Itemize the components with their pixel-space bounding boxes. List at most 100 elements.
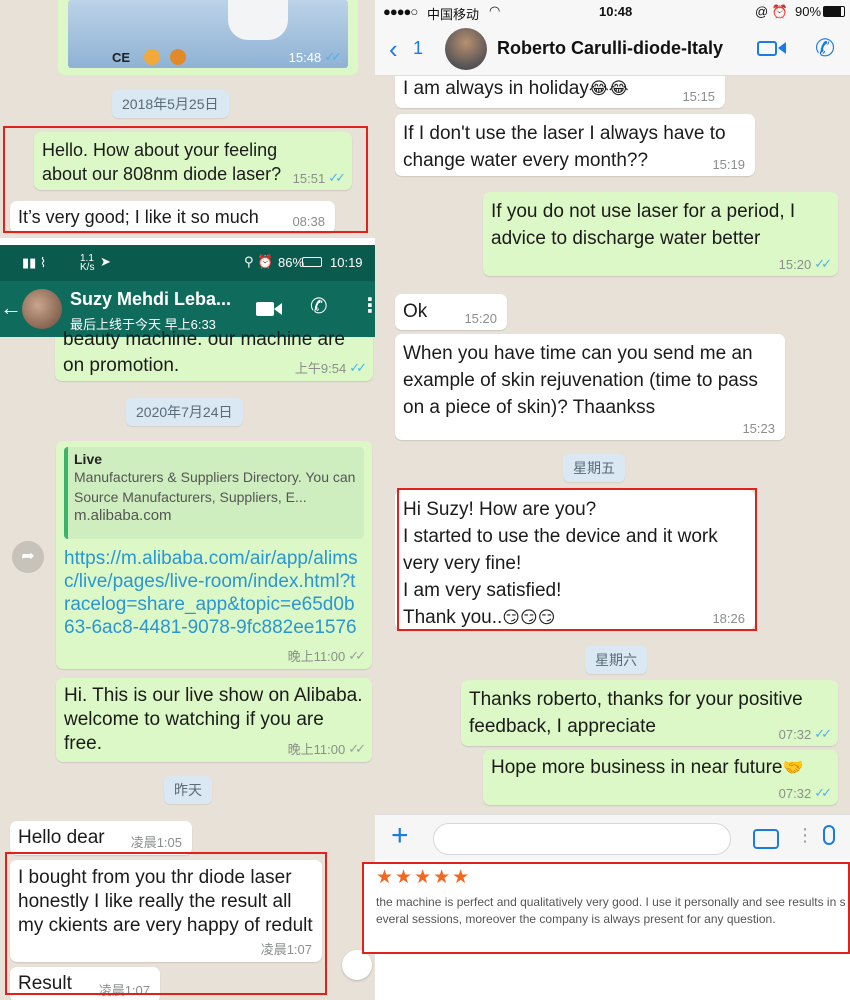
phone-icon[interactable]: ✆ xyxy=(310,294,328,319)
battery-level: 86% xyxy=(278,255,305,270)
message-bubble-sent[interactable]: If you do not use laser for a period, I … xyxy=(483,192,838,276)
message-bubble-received[interactable]: When you have time can you send me an ex… xyxy=(395,334,785,440)
message-text: I am always in holiday😂😂 xyxy=(403,76,717,102)
read-ticks-icon: ✓✓ xyxy=(814,256,832,271)
link-message-bubble[interactable]: Live Manufacturers & Suppliers Directory… xyxy=(56,441,372,669)
battery-level: 90% xyxy=(795,4,822,19)
message-time: 晚上11:00 xyxy=(287,649,346,664)
avatar[interactable] xyxy=(22,289,62,329)
top-left-chat: CE 15:48 ✓✓ 2018年5月25日 Hello. How about y… xyxy=(0,0,375,238)
message-time: 15:23 xyxy=(742,421,775,436)
link-preview-card[interactable]: Live Manufacturers & Suppliers Directory… xyxy=(64,447,364,539)
message-bubble-sent[interactable]: beauty machine. our machine are on promo… xyxy=(55,329,373,381)
chat-header: ‹ 1 Roberto Carulli-diode-Italy ✆ xyxy=(375,24,850,76)
review-text: the machine is perfect and qualitatively… xyxy=(376,895,846,926)
add-icon[interactable]: + xyxy=(391,821,409,851)
message-bubble-sent[interactable]: Hi. This is our live show on Alibaba. we… xyxy=(56,678,372,762)
carrier: 中国移动 xyxy=(427,7,480,22)
highlight-box xyxy=(5,852,327,995)
camera-icon[interactable] xyxy=(753,829,779,849)
read-ticks-icon: ✓✓ xyxy=(349,359,367,375)
message-text: When you have time can you send me an ex… xyxy=(403,343,758,418)
badge-icon xyxy=(144,49,160,65)
read-ticks-icon: ✓✓ xyxy=(814,785,832,800)
video-call-icon-lens xyxy=(778,42,786,54)
contact-name[interactable]: Roberto Carulli-diode-Italy xyxy=(497,38,723,59)
message-input[interactable] xyxy=(433,823,731,855)
highlight-box xyxy=(397,488,757,631)
handshake-emoji-icon: 🤝 xyxy=(782,758,804,777)
video-call-icon[interactable] xyxy=(757,41,777,56)
back-chevron-icon[interactable]: ‹ xyxy=(389,34,398,65)
input-bar: + ⋮ xyxy=(375,814,850,860)
message-time: 15:19 xyxy=(712,157,745,172)
review-card: ★★★★★ the machine is perfect and qualita… xyxy=(362,862,850,954)
date-chip: 昨天 xyxy=(164,776,212,804)
battery-icon xyxy=(823,6,845,17)
badge-icon-2 xyxy=(170,49,186,65)
message-bubble-received[interactable]: If I don't use the laser I always have t… xyxy=(395,114,755,176)
phone-icon[interactable]: ✆ xyxy=(815,34,835,63)
forward-icon[interactable]: ➦ xyxy=(12,541,44,573)
machine-shape xyxy=(228,0,288,40)
clock: 10:19 xyxy=(330,255,363,270)
back-arrow-icon[interactable]: ← xyxy=(0,295,22,321)
date-chip: 星期五 xyxy=(563,454,625,482)
message-bubble-received[interactable]: Hello dear 凌晨1:05 xyxy=(10,821,192,855)
date-chip: 2020年7月24日 xyxy=(126,398,243,426)
android-chat: ▮▮ ⌇ 1.1 K/s ➤ ⚲ ⏰ 86% 10:19 ← Suzy Mehd… xyxy=(0,245,375,1000)
image-time: 15:48 xyxy=(288,49,322,65)
hope-text: Hope more business in near future xyxy=(491,757,783,778)
message-bubble-sent[interactable]: Thanks roberto, thanks for your positive… xyxy=(461,680,838,746)
link-domain: m.alibaba.com xyxy=(74,507,172,524)
ios-chat: ●●●●○ 中国移动 ◠ 10:48 @ ⏰ 90% ‹ 1 Roberto C… xyxy=(375,0,850,860)
video-call-icon-lens xyxy=(274,303,282,315)
message-time: 15:15 xyxy=(682,89,715,104)
holiday-text: I am always in holiday xyxy=(403,78,589,99)
message-time: 上午9:54 xyxy=(294,361,347,376)
menu-icon[interactable]: ⋮ xyxy=(360,293,375,318)
signal-icon: ▮▮ ⌇ xyxy=(22,255,47,270)
highlight-box xyxy=(3,126,368,233)
message-time: 15:20 xyxy=(464,311,497,326)
machine-photo: CE 15:48 ✓✓ xyxy=(68,0,348,68)
send-icon: ➤ xyxy=(100,254,111,269)
status-bar: ●●●●○ 中国移动 ◠ 10:48 @ ⏰ 90% xyxy=(375,0,850,24)
key-alarm-icons: ⚲ ⏰ xyxy=(244,254,274,269)
message-text: If I don't use the laser I always have t… xyxy=(403,123,726,171)
ce-mark-icon: CE xyxy=(112,50,131,65)
read-ticks-icon: ✓✓ xyxy=(324,49,342,64)
unread-count[interactable]: 1 xyxy=(413,38,423,59)
contact-name[interactable]: Suzy Mehdi Leba... xyxy=(70,289,231,310)
message-text: If you do not use laser for a period, I … xyxy=(491,201,796,249)
lock-alarm-icons: @ ⏰ xyxy=(755,4,788,19)
more-icon[interactable]: ⋮ xyxy=(796,825,814,846)
date-chip: 星期六 xyxy=(585,646,647,674)
message-time: 晚上11:00 xyxy=(287,742,346,757)
message-time: 凌晨1:05 xyxy=(130,835,182,850)
message-bubble-received[interactable]: I am always in holiday😂😂 15:15 xyxy=(395,76,725,108)
message-time: 15:20 xyxy=(778,256,812,272)
signal-icon: ●●●●○ xyxy=(383,4,418,19)
wifi-icon: ◠ xyxy=(489,3,501,18)
message-time: 07:32 xyxy=(778,726,812,742)
machine-image-message[interactable]: CE 15:48 ✓✓ xyxy=(58,0,358,75)
status-bar: ▮▮ ⌇ 1.1 K/s ➤ ⚲ ⏰ 86% 10:19 xyxy=(0,245,375,281)
link-description: Manufacturers & Suppliers Directory. You… xyxy=(74,469,356,505)
rating-stars: ★★★★★ xyxy=(376,867,472,888)
link-url[interactable]: https://m.alibaba.com/air/app/alimsc/liv… xyxy=(64,547,360,639)
microphone-icon[interactable] xyxy=(823,825,835,845)
avatar[interactable] xyxy=(445,28,487,70)
laughing-emoji-icon: 😂😂 xyxy=(588,79,629,98)
link-title: Live xyxy=(74,451,103,467)
date-chip: 2018年5月25日 xyxy=(112,90,229,118)
scroll-down-button[interactable] xyxy=(342,950,372,980)
message-text: Hope more business in near future🤝 xyxy=(491,756,830,780)
network-speed: 1.1 K/s xyxy=(80,253,95,273)
battery-icon xyxy=(302,257,322,267)
message-bubble-received[interactable]: Ok 15:20 xyxy=(395,294,507,330)
message-bubble-sent[interactable]: Hope more business in near future🤝 07:32… xyxy=(483,750,838,805)
video-call-icon[interactable] xyxy=(256,302,274,316)
read-ticks-icon: ✓✓ xyxy=(348,740,366,756)
message-time: 07:32 xyxy=(778,785,812,801)
